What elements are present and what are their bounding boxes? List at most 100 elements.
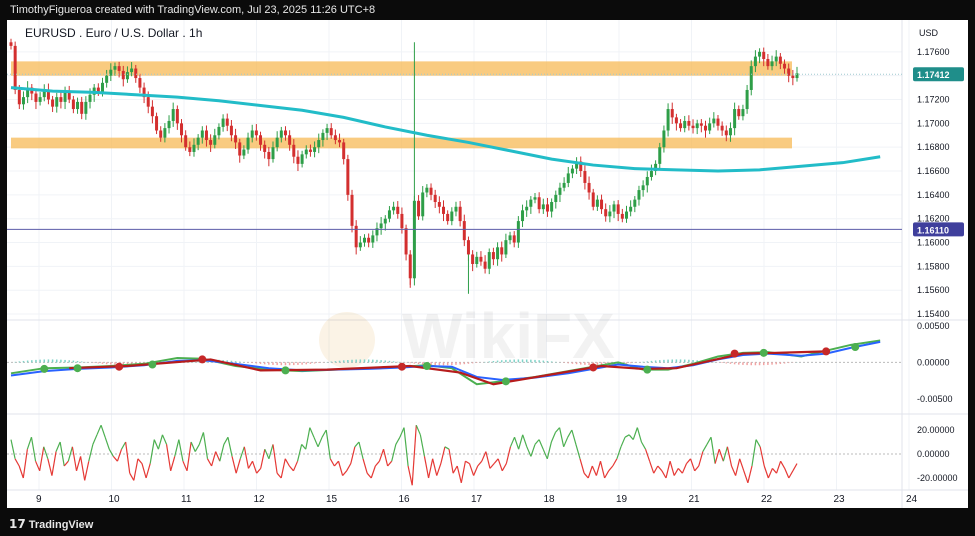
candle-body [774, 56, 778, 62]
oscillator-segment [640, 441, 647, 450]
macd-cross-marker [281, 366, 290, 375]
candle-body [637, 190, 641, 200]
oscillator-segment [612, 458, 618, 467]
tradingview-brand: TradingView [28, 519, 94, 531]
oscillator-segment [534, 439, 540, 445]
oscillator-segment [346, 463, 352, 472]
oscillator-segment [436, 463, 442, 476]
support-zone [11, 137, 792, 149]
oscillator-segment [329, 458, 335, 467]
oscillator-segment [235, 458, 241, 474]
oscillator-segment [481, 451, 487, 462]
price-tick-label: 1.16600 [917, 166, 950, 176]
oscillator-segment [518, 434, 524, 450]
oscillator-segment [231, 456, 237, 474]
price-tick-label: 1.15800 [917, 261, 950, 271]
moving-average-line [10, 86, 881, 173]
macd-cross-marker [422, 362, 431, 370]
candle-body [367, 237, 371, 243]
oscillator-segment [43, 446, 49, 459]
oscillator-segment [96, 424, 102, 436]
candle-body [442, 206, 446, 214]
oscillator-segment [26, 437, 33, 450]
oscillator-segment [121, 441, 127, 450]
oscillator-segment [51, 451, 57, 476]
candle-body [76, 101, 80, 110]
oscillator-segment [178, 439, 184, 462]
macd-cross-marker [115, 362, 124, 371]
candle-body [21, 97, 25, 105]
oscillator-segment [301, 444, 307, 450]
candle-body [437, 202, 441, 207]
oscillator-segment [55, 441, 61, 452]
oscillator-segment [284, 458, 290, 467]
candle-body [616, 204, 620, 214]
candle-body [159, 130, 163, 138]
oscillator-segment [718, 449, 724, 462]
candle-body [358, 242, 362, 248]
candle-body [400, 213, 404, 229]
last-price-tag: 1.17412 [917, 70, 950, 80]
oscillator-segment [239, 446, 245, 459]
candle-body [283, 130, 287, 136]
candle-body [641, 185, 645, 191]
oscillator-segment [382, 449, 389, 467]
oscillator-segment [112, 456, 118, 462]
oscillator-segment [620, 436, 626, 448]
time-axis[interactable]: 910111215161718192122232425 [36, 494, 968, 505]
oscillator-segment [567, 429, 573, 438]
chart-canvas[interactable]: WikiFX 0.00500 0.00000 -0.00500 20.00000 0.… [7, 20, 968, 508]
candle-body [213, 135, 217, 145]
oscillator-segment [243, 446, 250, 469]
candle-body [288, 135, 292, 145]
candle-body [612, 204, 616, 212]
candle-body [383, 218, 387, 224]
candle-body [679, 123, 683, 129]
price-axis[interactable]: 1.176001.174001.172001.170001.168001.166… [913, 47, 964, 319]
candle-body [121, 70, 125, 80]
oscillator-segment [350, 446, 356, 464]
candle-body [778, 56, 782, 64]
oscillator-segment [739, 458, 745, 471]
candle-body [209, 140, 213, 145]
oscillator-segment [743, 470, 749, 483]
time-tick-label: 12 [254, 494, 266, 505]
time-tick-label: 23 [834, 494, 846, 505]
candle-body [387, 210, 391, 219]
oscillator-segment [788, 470, 794, 479]
candle-body [9, 42, 13, 46]
tradingview-logo[interactable]: 17 TradingView [9, 517, 93, 531]
oscillator-segment [505, 446, 512, 464]
oscillator-segment [39, 446, 45, 471]
oscillator-segment [247, 460, 254, 469]
candle-body [462, 221, 466, 241]
oscillator-segment [116, 449, 123, 462]
candle-body [217, 126, 221, 136]
oscillator-segment [268, 444, 274, 459]
candle-body [346, 159, 350, 195]
oscillator-segment [141, 463, 147, 479]
candle-body [304, 149, 308, 155]
candle-body [55, 97, 59, 107]
candle-body [100, 82, 104, 93]
candle-body [496, 247, 500, 260]
candle-body [325, 128, 329, 133]
candle-body [791, 75, 795, 79]
horizontal-line[interactable] [7, 73, 902, 230]
candle-body [192, 144, 196, 152]
candle-body [454, 206, 458, 212]
candle-body [708, 123, 712, 131]
candle-body [421, 192, 425, 217]
price-tick-label: 1.17600 [917, 47, 950, 57]
candle-body [466, 240, 470, 255]
oscillator-segment [305, 427, 311, 450]
macd-cross-marker [851, 343, 860, 352]
candle-body [338, 140, 342, 143]
candle-body [362, 237, 366, 243]
candle-body [317, 140, 321, 148]
candle-body [691, 125, 695, 129]
oscillator-segment [321, 429, 327, 438]
candle-body [229, 125, 233, 136]
candle-body [242, 149, 246, 156]
candle-body [521, 210, 525, 222]
